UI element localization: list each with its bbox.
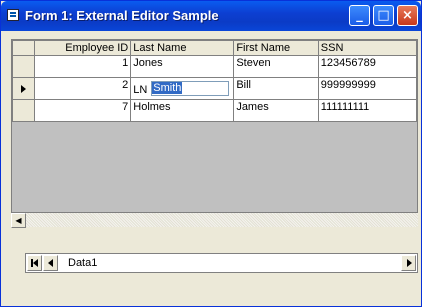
column-header-ssn[interactable]: SSN (317, 40, 417, 56)
current-row-arrow-icon (21, 85, 26, 93)
cell-ssn[interactable]: 111111111 (317, 99, 417, 122)
move-next-button[interactable] (401, 255, 416, 271)
app-icon[interactable] (7, 9, 19, 21)
cell-employee-id[interactable]: 2 (33, 77, 132, 100)
cell-first-name[interactable]: James (233, 99, 319, 122)
external-editor-input[interactable]: Smith (151, 81, 230, 96)
maximize-button[interactable]: □ (373, 5, 394, 26)
data-control: Data1 (25, 253, 418, 273)
grid-corner[interactable] (12, 40, 35, 56)
cell-ssn[interactable]: 999999999 (317, 77, 417, 100)
row-selector[interactable] (12, 55, 35, 78)
grid-table: Employee ID Last Name First Name SSN 1 J… (12, 40, 417, 122)
move-first-button[interactable] (27, 255, 42, 271)
cell-first-name[interactable]: Bill (233, 77, 319, 100)
editor-selected-text[interactable]: Smith (152, 82, 183, 94)
row-selector-current[interactable] (12, 77, 35, 100)
close-button[interactable]: × (397, 5, 418, 26)
table-row-current[interactable]: 2 LN Smith Bill 999999999 (12, 77, 417, 100)
cell-employee-id[interactable]: 1 (33, 55, 132, 78)
cell-last-name-editing[interactable]: LN Smith (130, 77, 235, 100)
cell-employee-id[interactable]: 7 (33, 99, 132, 122)
cell-last-name[interactable]: Jones (130, 55, 235, 78)
main-window: Form 1: External Editor Sample _ □ × Emp… (0, 0, 422, 307)
window-title: Form 1: External Editor Sample (25, 8, 219, 23)
cell-ssn[interactable]: 123456789 (317, 55, 417, 78)
minimize-button[interactable]: _ (349, 5, 370, 26)
title-bar[interactable]: Form 1: External Editor Sample _ □ × (1, 1, 421, 31)
editor-label: LN (133, 84, 148, 96)
column-header-last-name[interactable]: Last Name (130, 40, 235, 56)
next-record-icon (407, 259, 412, 267)
horizontal-scrollbar[interactable]: ◀ (11, 212, 418, 228)
previous-record-icon (48, 259, 53, 267)
data-control-caption: Data1 (68, 257, 98, 269)
column-header-employee-id[interactable]: Employee ID (33, 40, 132, 56)
table-row[interactable]: 1 Jones Steven 123456789 (12, 55, 417, 78)
scroll-left-icon[interactable]: ◀ (11, 213, 26, 228)
row-selector[interactable] (12, 99, 35, 122)
data-grid[interactable]: Employee ID Last Name First Name SSN 1 J… (11, 39, 418, 227)
column-header-first-name[interactable]: First Name (233, 40, 319, 56)
cell-first-name[interactable]: Steven (233, 55, 319, 78)
table-row[interactable]: 7 Holmes James 111111111 (12, 99, 417, 122)
move-previous-button[interactable] (43, 255, 58, 271)
cell-last-name[interactable]: Holmes (130, 99, 235, 122)
